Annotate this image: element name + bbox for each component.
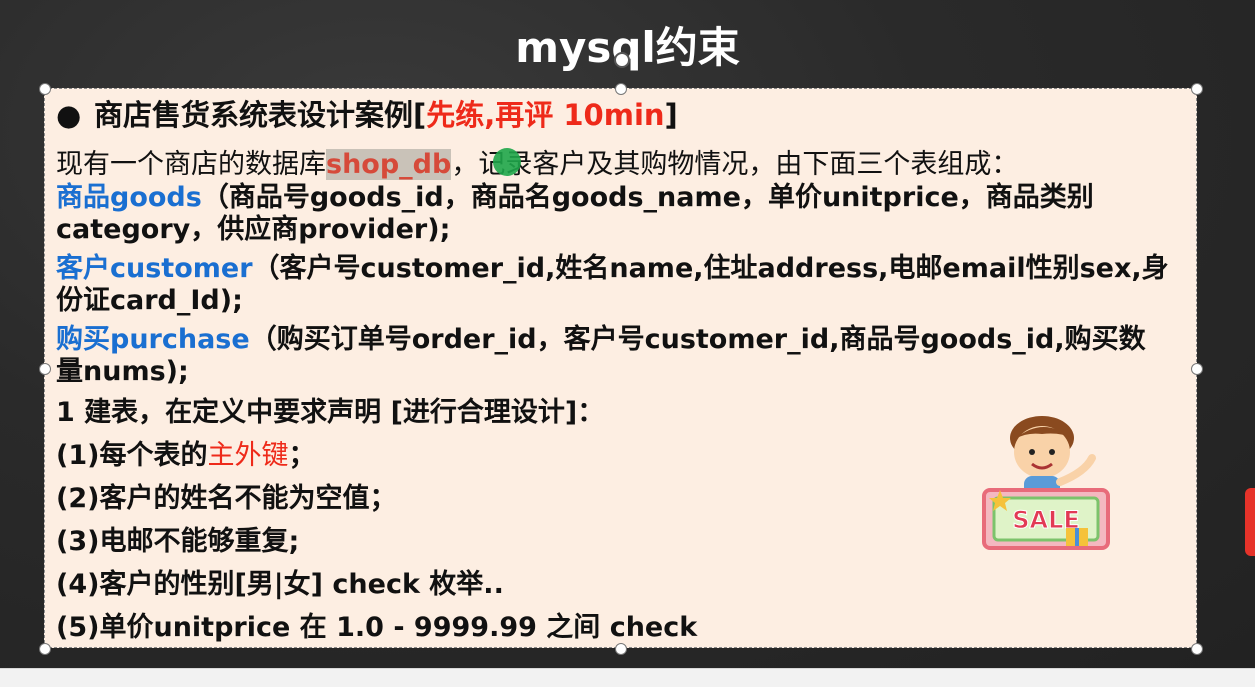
cursor-icon (493, 148, 521, 176)
slide-title: mysql约束 (515, 23, 740, 72)
resize-handle-tr[interactable] (1191, 83, 1203, 95)
bottom-bar (0, 668, 1255, 687)
heading-red: 先练,再评 10min (426, 98, 665, 132)
requirement-4: (4)客户的性别[男|女] check 枚举.. (56, 569, 504, 600)
purchase-line-1: 购买purchase（购买订单号order_id，客户号customer_id,… (56, 317, 1146, 356)
req1-b: ； (288, 440, 316, 471)
resize-handle-br[interactable] (1191, 643, 1203, 655)
purchase-line-2: 量nums); (56, 356, 189, 387)
requirement-1: (1)每个表的主外键； (56, 433, 315, 472)
bullet-dot-icon: ● (56, 98, 82, 132)
resize-handle-mr[interactable] (1191, 363, 1203, 375)
goods-line-2: category，供应商provider); (56, 214, 451, 245)
resize-handle-tl[interactable] (39, 83, 51, 95)
resize-handle-bm[interactable] (615, 643, 627, 655)
heading-suffix: ] (664, 98, 678, 132)
heading-prefix: 商店售货系统表设计案例[ (94, 98, 427, 132)
resize-handle-ml[interactable] (39, 363, 51, 375)
requirement-3: (3)电邮不能够重复; (56, 526, 300, 557)
heading-line: ● 商店售货系统表设计案例[先练,再评 10min] (56, 92, 678, 134)
requirement-5: (5)单价unitprice 在 1.0 - 9999.99 之间 check (56, 612, 698, 643)
resize-handle-bl[interactable] (39, 643, 51, 655)
requirement-2: (2)客户的姓名不能为空值； (56, 483, 397, 514)
requirements-intro: 1 建表，在定义中要求声明 [进行合理设计]： (56, 397, 605, 428)
req1-red: 主外键 (207, 440, 289, 471)
req1-a: (1)每个表的 (56, 440, 208, 471)
side-tab[interactable] (1245, 488, 1255, 556)
rotate-handle[interactable] (614, 52, 630, 68)
customer-line-2: 份证card_Id); (56, 285, 243, 316)
sale-boy-illustration-icon: SALE (982, 416, 1110, 550)
customer-text-1: （客户号customer_id,姓名name,住址address,电邮email… (252, 253, 1169, 284)
purchase-text-1: （购买订单号order_id，客户号customer_id,商品号goods_i… (249, 324, 1146, 355)
